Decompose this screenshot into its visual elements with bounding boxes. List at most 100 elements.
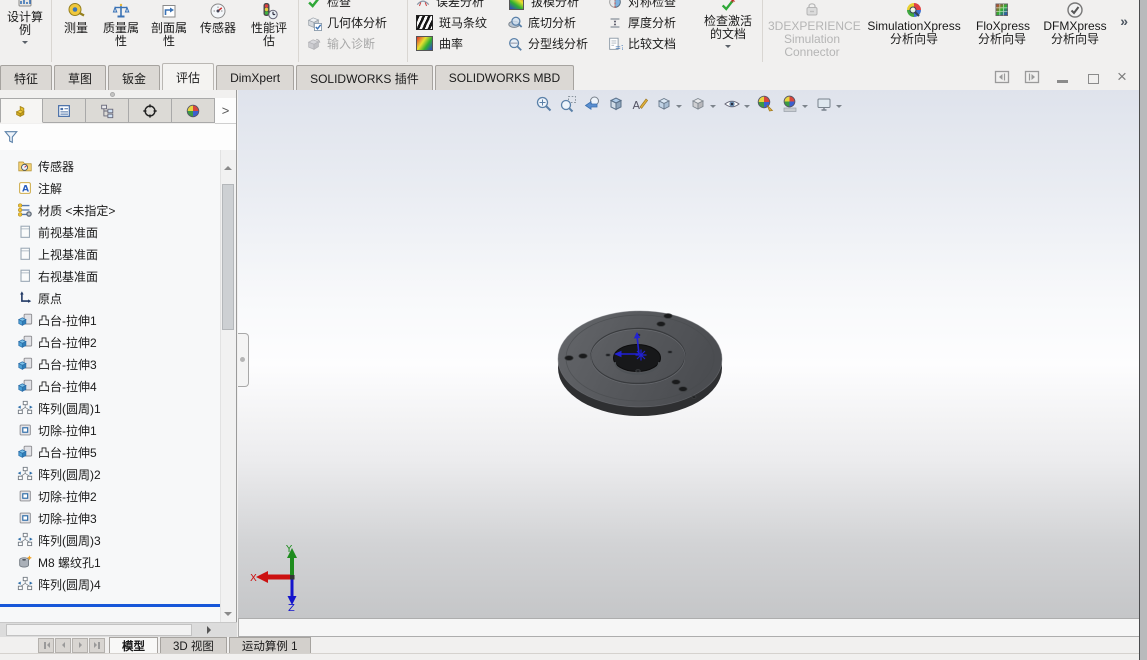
first-sheet-button[interactable] <box>38 637 54 653</box>
close-button[interactable]: × <box>1113 68 1131 86</box>
view-settings-button[interactable] <box>812 92 836 116</box>
tab-sheet-metal[interactable]: 钣金 <box>108 65 161 90</box>
thickness-analysis-button[interactable]: 厚度分析 <box>607 12 693 33</box>
dfmxpress-button[interactable]: DFMXpress 分析向导 <box>1034 0 1116 62</box>
design-study-button[interactable]: 设计算例 <box>2 0 48 62</box>
display-style-caret-icon[interactable] <box>710 105 716 111</box>
view-orientation-button[interactable] <box>652 92 676 116</box>
panel-expand-button[interactable]: > <box>215 98 236 124</box>
display-style-button[interactable] <box>686 92 710 116</box>
geometry-analysis-button[interactable]: 几何体分析 <box>306 12 400 33</box>
tree-item-m8-tapped-hole1[interactable]: M8 螺纹孔1 <box>0 551 221 573</box>
tab-evaluate[interactable]: 评估 <box>162 63 215 90</box>
tree-item-cut-extrude2[interactable]: 切除-拉伸2 <box>0 485 221 507</box>
hide-show-items-button[interactable] <box>720 92 744 116</box>
edit-appearance-button[interactable] <box>754 92 778 116</box>
previous-view-button[interactable] <box>580 92 604 116</box>
next-sheet-button[interactable] <box>72 637 88 653</box>
rollback-bar[interactable] <box>0 604 222 607</box>
floxpress-button[interactable]: FloXpress 分析向导 <box>970 0 1034 62</box>
section-properties-button[interactable]: 剖面属性 <box>145 0 193 62</box>
tree-item-boss-extrude5[interactable]: 凸台-拉伸5 <box>0 441 221 463</box>
section-view-button[interactable] <box>604 92 628 116</box>
scrollbar-thumb[interactable] <box>6 624 192 636</box>
orientation-triad[interactable]: X Y Z <box>250 543 314 611</box>
scroll-up-icon[interactable] <box>224 166 232 170</box>
model-part[interactable] <box>557 302 729 424</box>
curvature-button[interactable]: 曲率 <box>415 33 499 54</box>
panel-collapse-handle[interactable] <box>238 333 249 387</box>
tab-configuration-manager[interactable] <box>86 98 129 123</box>
tree-filter-input[interactable] <box>19 126 233 148</box>
tab-sketch[interactable]: 草图 <box>54 65 107 90</box>
tree-item-annotations[interactable]: 注解 <box>0 177 221 199</box>
tab-motion-study1[interactable]: 运动算例 1 <box>228 637 311 653</box>
pane-previous-button[interactable] <box>993 68 1011 86</box>
pane-next-button[interactable] <box>1023 68 1041 86</box>
restore-button[interactable] <box>1083 68 1102 86</box>
experience-connector-button[interactable]: 3DEXPERIENCE Simulation Connector <box>766 0 861 62</box>
tab-property-manager[interactable] <box>43 98 86 123</box>
tree-vertical-scrollbar[interactable] <box>220 150 236 622</box>
tree-item-circular-pattern1[interactable]: 阵列(圆周)1 <box>0 397 221 419</box>
check-active-documents-button[interactable]: 检查激活的文档 <box>697 0 759 62</box>
parting-line-analysis-button[interactable]: 分型线分析 <box>507 33 599 54</box>
zebra-stripes-button[interactable]: 斑马条纹 <box>415 12 499 33</box>
tree-item-material[interactable]: 材质 <未指定> <box>0 199 221 221</box>
ribbon-overflow-chevron[interactable]: » <box>1120 13 1128 29</box>
viewport[interactable]: X Y Z <box>238 90 1140 618</box>
apply-scene-button[interactable] <box>778 92 802 116</box>
tree-item-origin[interactable]: 原点 <box>0 287 221 309</box>
apply-scene-caret-icon[interactable] <box>802 105 808 111</box>
tab-feature-manager[interactable] <box>0 98 43 123</box>
previous-sheet-button[interactable] <box>55 637 71 653</box>
performance-evaluation-button[interactable]: 性能评估 <box>243 0 295 62</box>
scrollbar-thumb[interactable] <box>222 184 234 330</box>
tab-model[interactable]: 模型 <box>109 637 158 653</box>
tree-horizontal-scrollbar[interactable] <box>0 622 237 637</box>
sensor-button[interactable]: 传感器 <box>193 0 243 62</box>
tree-item-circular-pattern3[interactable]: 阵列(圆周)3 <box>0 529 221 551</box>
tree-item-boss-extrude3[interactable]: 凸台-拉伸3 <box>0 353 221 375</box>
tab-features[interactable]: 特征 <box>0 65 53 90</box>
tab-dimxpert[interactable]: DimXpert <box>216 65 295 90</box>
symmetry-check-button[interactable]: 对称检查 <box>607 0 693 12</box>
tree-item-right-plane[interactable]: 右视基准面 <box>0 265 221 287</box>
draft-analysis-button[interactable]: 拔模分析 <box>507 0 599 12</box>
tab-3d-views[interactable]: 3D 视图 <box>160 637 227 653</box>
zoom-to-area-button[interactable] <box>556 92 580 116</box>
measure-button[interactable]: 测量 <box>55 0 97 62</box>
annotation-views-button[interactable] <box>628 92 652 116</box>
tree-item-sensors[interactable]: 传感器 <box>0 155 221 177</box>
hide-show-items-caret-icon[interactable] <box>744 105 750 111</box>
simulationxpress-button[interactable]: SimulationXpress 分析向导 <box>858 0 970 62</box>
import-diagnostics-button[interactable]: 输入诊断 <box>306 33 400 54</box>
tree-item-boss-extrude1[interactable]: 凸台-拉伸1 <box>0 309 221 331</box>
scroll-right-icon[interactable] <box>207 626 215 634</box>
tree-item-circular-pattern4[interactable]: 阵列(圆周)4 <box>0 573 221 595</box>
tree-item-circular-pattern2[interactable]: 阵列(圆周)2 <box>0 463 221 485</box>
tree-item-cut-extrude3[interactable]: 切除-拉伸3 <box>0 507 221 529</box>
tab-display-manager[interactable] <box>172 98 215 123</box>
panel-splitter[interactable] <box>0 90 236 98</box>
scroll-down-icon[interactable] <box>224 612 232 616</box>
tree-item-boss-extrude2[interactable]: 凸台-拉伸2 <box>0 331 221 353</box>
undercut-analysis-button[interactable]: 底切分析 <box>507 12 599 33</box>
mass-properties-button[interactable]: 质量属性 <box>97 0 145 62</box>
deviation-analysis-button[interactable]: 误差分析 <box>415 0 499 12</box>
tree-item-boss-extrude4[interactable]: 凸台-拉伸4 <box>0 375 221 397</box>
tab-solidworks-mbd[interactable]: SOLIDWORKS MBD <box>434 65 575 90</box>
tree-item-front-plane[interactable]: 前视基准面 <box>0 221 221 243</box>
minimize-button[interactable] <box>1053 68 1071 86</box>
tab-dimxpert-manager[interactable] <box>129 98 172 123</box>
check-button[interactable]: 检查 <box>306 0 400 12</box>
zoom-to-fit-button[interactable] <box>532 92 556 116</box>
compare-documents-button[interactable]: 比较文档 <box>607 33 693 54</box>
view-orientation-caret-icon[interactable] <box>676 105 682 111</box>
tab-solidworks-addins[interactable]: SOLIDWORKS 插件 <box>296 65 433 90</box>
tree-item-cut-extrude1[interactable]: 切除-拉伸1 <box>0 419 221 441</box>
last-sheet-button[interactable] <box>89 637 105 653</box>
circular-pattern-icon <box>17 400 33 416</box>
view-settings-caret-icon[interactable] <box>836 105 842 111</box>
tree-item-top-plane[interactable]: 上视基准面 <box>0 243 221 265</box>
